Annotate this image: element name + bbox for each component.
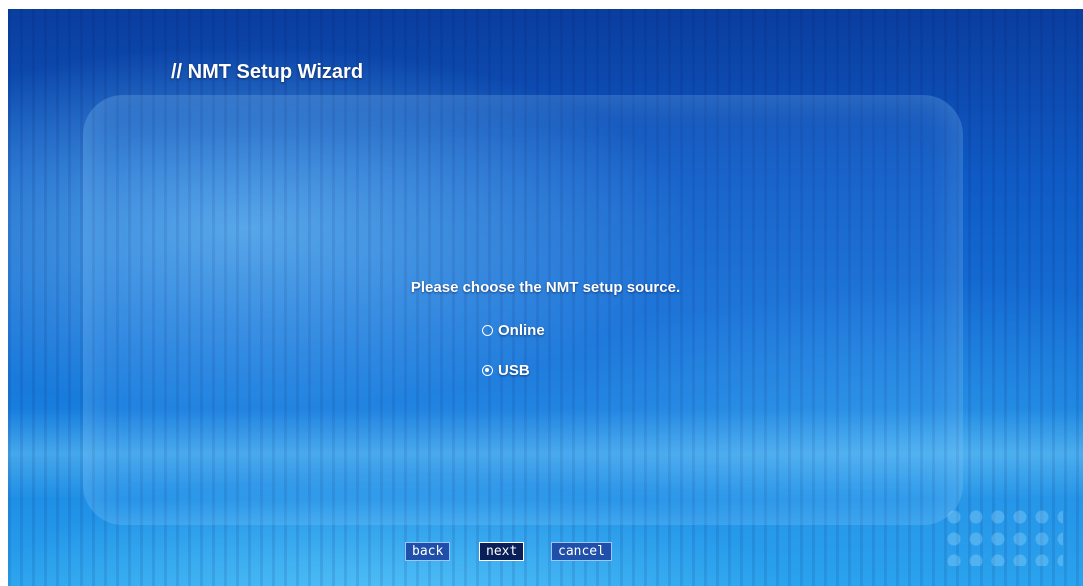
- back-button[interactable]: back: [405, 542, 451, 561]
- tv-screen: // NMT Setup Wizard Please choose the NM…: [8, 9, 1083, 586]
- radio-selected-icon[interactable]: [482, 365, 493, 376]
- decorative-dots: [943, 506, 1063, 566]
- option-usb[interactable]: USB: [482, 362, 530, 379]
- option-online-label: Online: [498, 322, 545, 339]
- radio-unselected-icon[interactable]: [482, 325, 493, 336]
- next-button[interactable]: next: [479, 542, 525, 561]
- setup-source-prompt: Please choose the NMT setup source.: [410, 279, 681, 296]
- option-usb-label: USB: [498, 362, 530, 379]
- cancel-button[interactable]: cancel: [551, 542, 612, 561]
- wizard-panel: [83, 95, 963, 525]
- option-online[interactable]: Online: [482, 322, 545, 339]
- wizard-title: // NMT Setup Wizard: [171, 61, 364, 83]
